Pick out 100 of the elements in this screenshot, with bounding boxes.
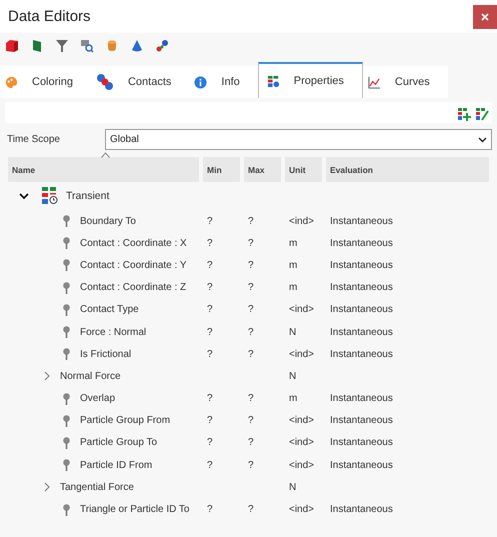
max-value: ? [247, 348, 255, 360]
min-value: ? [206, 504, 214, 516]
palette-icon [5, 76, 18, 88]
max-value: ? [247, 260, 255, 271]
min-value: ? [206, 393, 214, 404]
tab[interactable]: Coloring [0, 66, 91, 98]
edit-grid-icon[interactable] [476, 108, 489, 121]
column-header[interactable]: Name [8, 157, 199, 182]
pin-icon [62, 436, 71, 449]
window-title: Data Editors [8, 8, 91, 25]
evaluation-value: Instantaneous [329, 216, 394, 227]
property-name: Particle Group From [80, 415, 170, 426]
property-name: Overlap [80, 393, 116, 404]
max-value: ? [247, 304, 255, 316]
pin-icon [62, 326, 71, 338]
unit-value: m [288, 260, 298, 271]
close-icon [481, 12, 489, 20]
max-value: ? [247, 216, 255, 227]
pin-icon [62, 392, 71, 405]
properties-icon [266, 74, 280, 88]
unit-value: N [288, 482, 298, 493]
tab[interactable]: Info [189, 66, 258, 98]
unit-value: <ind> [288, 216, 316, 227]
pin-icon [62, 414, 71, 427]
min-value: ? [206, 437, 214, 448]
evaluation-value: Instantaneous [329, 304, 394, 316]
sort-caret-icon [101, 152, 110, 158]
column-header[interactable]: Unit [285, 157, 322, 182]
min-value: ? [206, 460, 214, 471]
max-value: ? [247, 460, 255, 471]
filter-icon[interactable] [55, 39, 69, 53]
group-name: Transient [66, 190, 110, 202]
max-value: ? [247, 326, 255, 338]
unit-value: <ind> [288, 304, 316, 316]
property-name: Triangle or Particle ID To [80, 504, 190, 516]
tab[interactable]: Contacts [90, 66, 190, 98]
evaluation-value: Instantaneous [329, 326, 394, 338]
unit-value: N [288, 370, 298, 382]
unit-value: N [288, 326, 298, 338]
unit-value: <ind> [288, 504, 316, 516]
group-name: Normal Force [60, 370, 121, 382]
property-name: Contact Type [80, 304, 139, 316]
evaluation-value: Instantaneous [329, 504, 394, 516]
linked-spheres-icon[interactable] [155, 39, 169, 53]
grid-clock-icon [42, 187, 58, 205]
property-name: Boundary To [80, 216, 136, 227]
pin-icon [62, 215, 71, 228]
search-icon[interactable] [80, 39, 94, 53]
property-name: Particle ID From [80, 460, 152, 471]
add-grid-icon[interactable] [458, 108, 471, 121]
unit-value: <ind> [288, 348, 316, 360]
property-name: Particle Group To [80, 437, 158, 448]
tab[interactable]: Curves [362, 66, 448, 98]
evaluation-value: Instantaneous [329, 260, 394, 271]
property-name: Contact : Coordinate : Y [80, 260, 187, 271]
evaluation-value: Instantaneous [329, 437, 394, 448]
pin-icon [62, 304, 71, 316]
min-value: ? [206, 282, 214, 294]
max-value: ? [247, 282, 255, 294]
column-header[interactable]: Max [244, 157, 281, 182]
cone-icon[interactable] [130, 39, 144, 53]
min-value: ? [206, 304, 214, 316]
evaluation-value: Instantaneous [329, 460, 394, 471]
property-name: Contact : Coordinate : X [80, 238, 187, 249]
unit-value: <ind> [288, 460, 316, 471]
pin-icon [62, 237, 71, 250]
tab[interactable]: Properties [258, 62, 363, 98]
evaluation-value: Instantaneous [329, 238, 394, 249]
close-button[interactable] [473, 4, 497, 28]
column-header[interactable]: Min [203, 157, 240, 182]
chart-icon [368, 76, 381, 88]
time-scope-dropdown[interactable]: Global [105, 129, 492, 150]
unit-value: m [288, 238, 298, 249]
info-icon [194, 76, 208, 88]
min-value: ? [206, 260, 214, 271]
max-value: ? [247, 238, 255, 249]
property-name: Contact : Coordinate : Z [80, 282, 186, 294]
evaluation-value: Instantaneous [329, 393, 394, 404]
max-value: ? [247, 393, 255, 404]
max-value: ? [247, 437, 255, 448]
unit-value: <ind> [288, 437, 316, 448]
pin-icon [62, 348, 71, 360]
property-name: Is Frictional [80, 348, 132, 360]
unit-value: <ind> [288, 415, 316, 426]
pin-icon [62, 282, 71, 294]
evaluation-value: Instantaneous [329, 348, 394, 360]
column-header[interactable]: Evaluation [326, 157, 489, 182]
evaluation-value: Instantaneous [329, 282, 394, 294]
min-value: ? [206, 238, 214, 249]
min-value: ? [206, 216, 214, 227]
flag-icon[interactable] [30, 39, 44, 53]
time-scope-label: Time Scope [6, 134, 61, 145]
evaluation-value: Instantaneous [329, 415, 394, 426]
max-value: ? [247, 415, 255, 426]
group-name: Tangential Force [60, 482, 134, 493]
caret-icon [478, 136, 487, 142]
property-name: Force : Normal [80, 326, 146, 338]
pin-icon [62, 459, 71, 472]
min-value: ? [206, 415, 214, 426]
cube-icon[interactable] [5, 39, 19, 53]
